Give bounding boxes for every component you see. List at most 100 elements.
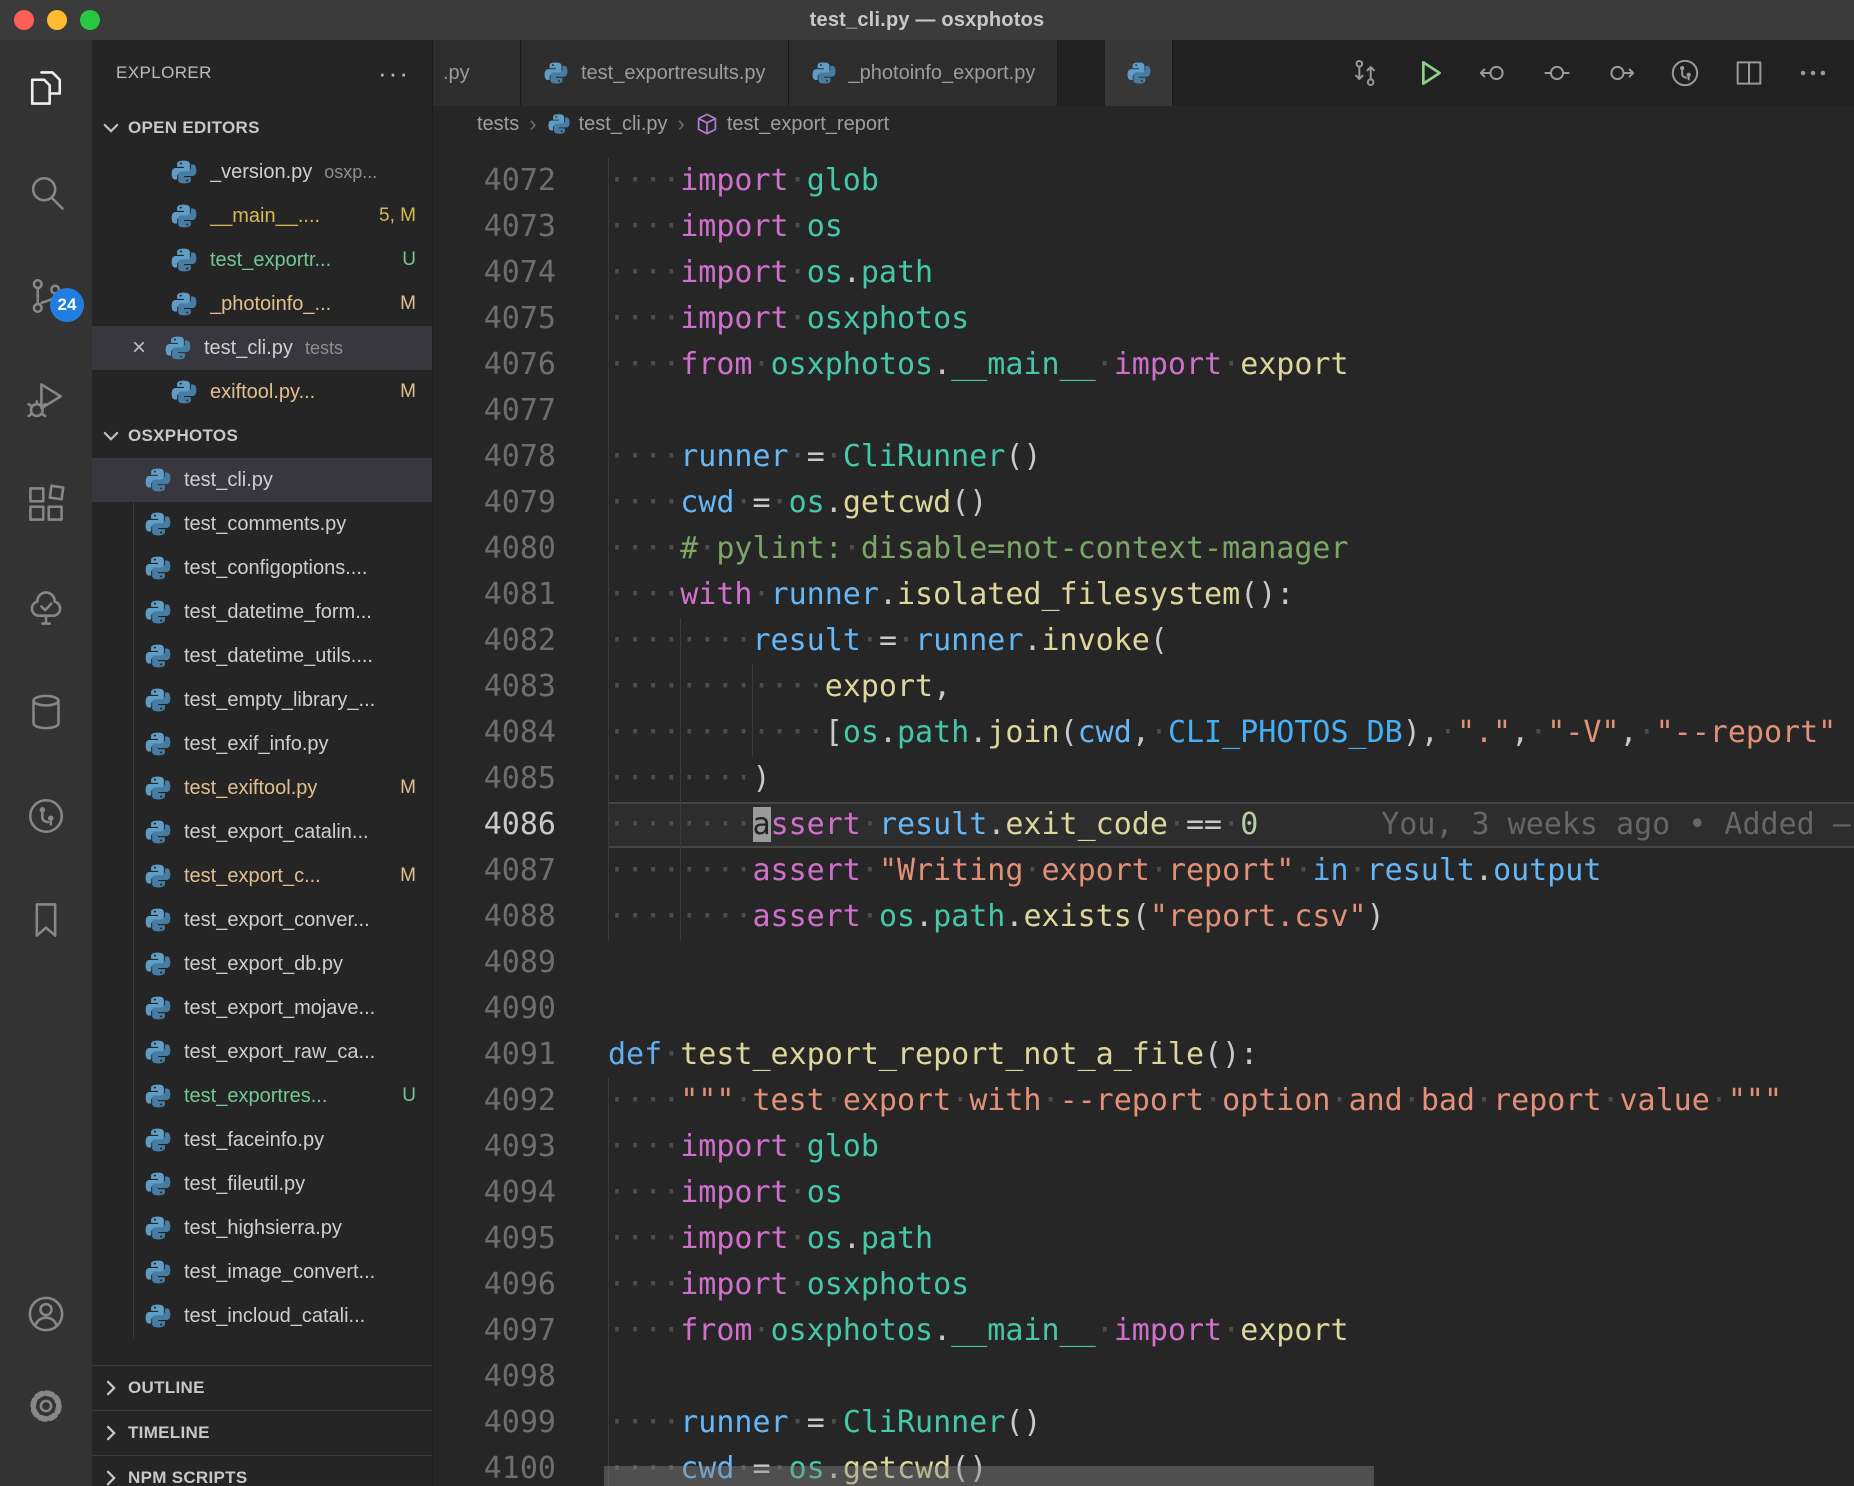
code-content[interactable]: ····import·glob	[608, 158, 1854, 204]
breadcrumb-item[interactable]: test_cli.py	[547, 112, 668, 136]
open-editor-item[interactable]: test_exportr...U	[92, 238, 432, 282]
horizontal-scrollbar[interactable]	[604, 1466, 1374, 1486]
minimize-window-button[interactable]	[47, 10, 67, 30]
step-back-icon[interactable]	[1474, 54, 1512, 92]
code-content[interactable]: ····"""·test·export·with·--report·option…	[608, 1078, 1854, 1124]
code-content[interactable]: ····runner·=·CliRunner()	[608, 434, 1854, 480]
account-icon[interactable]	[14, 1292, 78, 1336]
code-text: ········)	[608, 761, 771, 796]
code-content[interactable]	[608, 1354, 1854, 1400]
code-content[interactable]: ····import·osxphotos	[608, 296, 1854, 342]
bookmarks-icon[interactable]	[14, 898, 78, 942]
editor-tab[interactable]: test_exportresults.py	[521, 40, 789, 106]
tree-item[interactable]: test_image_convert...	[92, 1250, 432, 1294]
code-content[interactable]: ····cwd·=·os.getcwd()	[608, 480, 1854, 526]
tree-item[interactable]: test_incloud_catali...	[92, 1294, 432, 1338]
open-editors-header[interactable]: OPEN EDITORS	[92, 106, 432, 150]
git-status-badge: U	[402, 1085, 416, 1107]
tree-item[interactable]: test_fileutil.py	[92, 1162, 432, 1206]
tree-item[interactable]: test_exportres...U	[92, 1074, 432, 1118]
git-graph-icon[interactable]	[1666, 54, 1704, 92]
code-content[interactable]: ····import·os	[608, 204, 1854, 250]
code-content[interactable]: def·test_export_report_not_a_file():	[608, 1032, 1854, 1078]
line-number: 4085	[433, 756, 608, 802]
tree-item[interactable]: test_datetime_form...	[92, 590, 432, 634]
tree-item[interactable]: test_export_mojave...	[92, 986, 432, 1030]
code-content[interactable]: ········)	[608, 756, 1854, 802]
zoom-window-button[interactable]	[80, 10, 100, 30]
tree-item[interactable]: test_export_catalin...	[92, 810, 432, 854]
project-section-header[interactable]: OSXPHOTOS	[92, 414, 432, 458]
code-editor[interactable]: 4072····import·glob4073····import·os4074…	[433, 142, 1854, 1486]
breadcrumb: tests›test_cli.py›test_export_report	[433, 106, 1854, 142]
compare-changes-icon[interactable]	[1346, 54, 1384, 92]
code-content[interactable]: ····from·osxphotos.__main__·import·expor…	[608, 342, 1854, 388]
more-actions-icon[interactable]: ···	[378, 68, 410, 78]
tree-item[interactable]: test_datetime_utils....	[92, 634, 432, 678]
code-content[interactable]	[608, 940, 1854, 986]
code-content[interactable]: ········assert·result.exit_code·==·0You,…	[608, 802, 1854, 848]
code-content[interactable]: ····runner·=·CliRunner()	[608, 1400, 1854, 1446]
section-npm-scripts[interactable]: NPM SCRIPTS	[92, 1455, 432, 1486]
run-icon[interactable]	[1410, 54, 1448, 92]
tree-item[interactable]: test_faceinfo.py	[92, 1118, 432, 1162]
close-window-button[interactable]	[14, 10, 34, 30]
breadcrumb-item[interactable]: test_export_report	[695, 112, 889, 136]
code-content[interactable]: ········assert·"Writing·export·report"·i…	[608, 848, 1854, 894]
git-graph-icon[interactable]	[14, 794, 78, 838]
breadcrumb-item[interactable]: tests	[477, 113, 519, 136]
editor-tab[interactable]	[1105, 40, 1173, 106]
code-content[interactable]: ············export,	[608, 664, 1854, 710]
code-content[interactable]: ····import·osxphotos	[608, 1262, 1854, 1308]
code-content[interactable]: ············[os.path.join(cwd,·CLI_PHOTO…	[608, 710, 1854, 756]
settings-icon[interactable]	[14, 1384, 78, 1428]
step-forward-icon[interactable]	[1602, 54, 1640, 92]
more-actions-icon[interactable]	[1794, 54, 1832, 92]
editor-tab[interactable]: _photoinfo_export.py	[789, 40, 1059, 106]
open-editor-item[interactable]: exiftool.py...M	[92, 370, 432, 414]
search-icon[interactable]	[14, 170, 78, 214]
tree-item[interactable]: test_export_c...M	[92, 854, 432, 898]
open-editor-item[interactable]: _photoinfo_...M	[92, 282, 432, 326]
open-editor-item[interactable]: ×test_cli.pytests	[92, 326, 432, 370]
tree-item[interactable]: test_export_db.py	[92, 942, 432, 986]
code-content[interactable]: ····#·pylint:·disable=not-context-manage…	[608, 526, 1854, 572]
open-editor-item[interactable]: _version.pyosxp...	[92, 150, 432, 194]
source-control-icon[interactable]: 24	[14, 274, 78, 318]
code-content[interactable]: ········assert·os.path.exists("report.cs…	[608, 894, 1854, 940]
code-content[interactable]: ····import·glob	[608, 1124, 1854, 1170]
editor-tab[interactable]: .py	[433, 40, 521, 106]
tree-item[interactable]: test_configoptions....	[92, 546, 432, 590]
record-icon[interactable]	[1538, 54, 1576, 92]
file-name: test_export_db.py	[184, 953, 343, 976]
code-content[interactable]: ····from·osxphotos.__main__·import·expor…	[608, 1308, 1854, 1354]
code-content[interactable]	[608, 388, 1854, 434]
tree-item[interactable]: test_exif_info.py	[92, 722, 432, 766]
tree-item[interactable]: test_cli.py	[92, 458, 432, 502]
code-content[interactable]: ····import·os	[608, 1170, 1854, 1216]
scm-badge: 24	[50, 288, 84, 322]
open-editor-item[interactable]: __main__....5, M	[92, 194, 432, 238]
testing-icon[interactable]	[14, 586, 78, 630]
close-icon[interactable]: ×	[126, 334, 152, 362]
tree-item[interactable]: test_export_raw_ca...	[92, 1030, 432, 1074]
tree-item[interactable]: test_exiftool.pyM	[92, 766, 432, 810]
split-editor-icon[interactable]	[1730, 54, 1768, 92]
code-content[interactable]	[608, 986, 1854, 1032]
tree-item[interactable]: test_comments.py	[92, 502, 432, 546]
code-content[interactable]: ····import·os.path	[608, 250, 1854, 296]
code-content[interactable]: ····import·os.path	[608, 1216, 1854, 1262]
code-content[interactable]: ····with·runner.isolated_filesystem():	[608, 572, 1854, 618]
open-editors-list: _version.pyosxp...__main__....5, Mtest_e…	[92, 150, 432, 414]
explorer-icon[interactable]	[14, 66, 78, 110]
section-timeline[interactable]: TIMELINE	[92, 1410, 432, 1455]
section-outline[interactable]: OUTLINE	[92, 1365, 432, 1410]
code-content[interactable]: ········result·=·runner.invoke(	[608, 618, 1854, 664]
run-debug-icon[interactable]	[14, 378, 78, 422]
tree-item[interactable]: test_empty_library_...	[92, 678, 432, 722]
line-number: 4072	[433, 158, 608, 204]
extensions-icon[interactable]	[14, 482, 78, 526]
tree-item[interactable]: test_highsierra.py	[92, 1206, 432, 1250]
tree-item[interactable]: test_export_conver...	[92, 898, 432, 942]
database-icon[interactable]	[14, 690, 78, 734]
